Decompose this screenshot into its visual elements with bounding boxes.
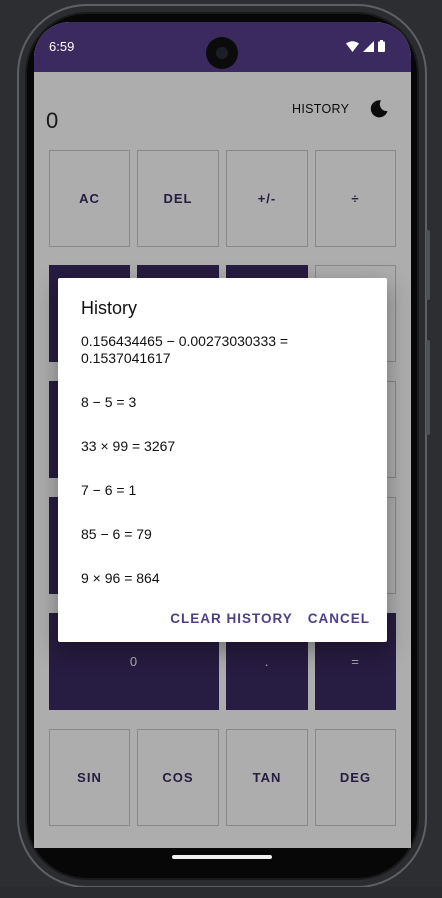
history-item[interactable]: 0.156434465 − 0.00273030333 = 0.15370416… [81, 333, 371, 367]
dialog-title: History [81, 298, 138, 318]
power-button [426, 340, 430, 435]
status-time: 6:59 [49, 39, 75, 54]
history-item[interactable]: 7 − 6 = 1 [81, 482, 371, 499]
volume-button [426, 230, 430, 300]
screen: 6:59 0 HISTORY AC DEL +/- ÷ 0 . = SIN CO… [34, 22, 411, 848]
clear-history-button[interactable]: CLEAR HISTORY [170, 611, 293, 626]
emulator-bottom-strip [0, 887, 442, 898]
wifi-icon [346, 40, 359, 52]
cancel-button[interactable]: CANCEL [308, 611, 370, 626]
battery-icon [378, 40, 385, 52]
dialog-actions: CLEAR HISTORY CANCEL [170, 611, 370, 626]
history-item[interactable]: 33 × 99 = 3267 [81, 438, 371, 455]
gesture-nav-bar[interactable] [172, 855, 272, 859]
history-list: 0.156434465 − 0.00273030333 = 0.15370416… [81, 333, 371, 614]
cell-signal-icon [363, 40, 374, 52]
history-dialog: History 0.156434465 − 0.00273030333 = 0.… [58, 278, 387, 642]
camera-cutout [206, 37, 238, 69]
history-item[interactable]: 9 × 96 = 864 [81, 570, 371, 587]
status-icons [346, 40, 385, 52]
status-bar: 6:59 [34, 22, 411, 72]
history-item[interactable]: 8 − 5 = 3 [81, 394, 371, 411]
history-item[interactable]: 85 − 6 = 79 [81, 526, 371, 543]
